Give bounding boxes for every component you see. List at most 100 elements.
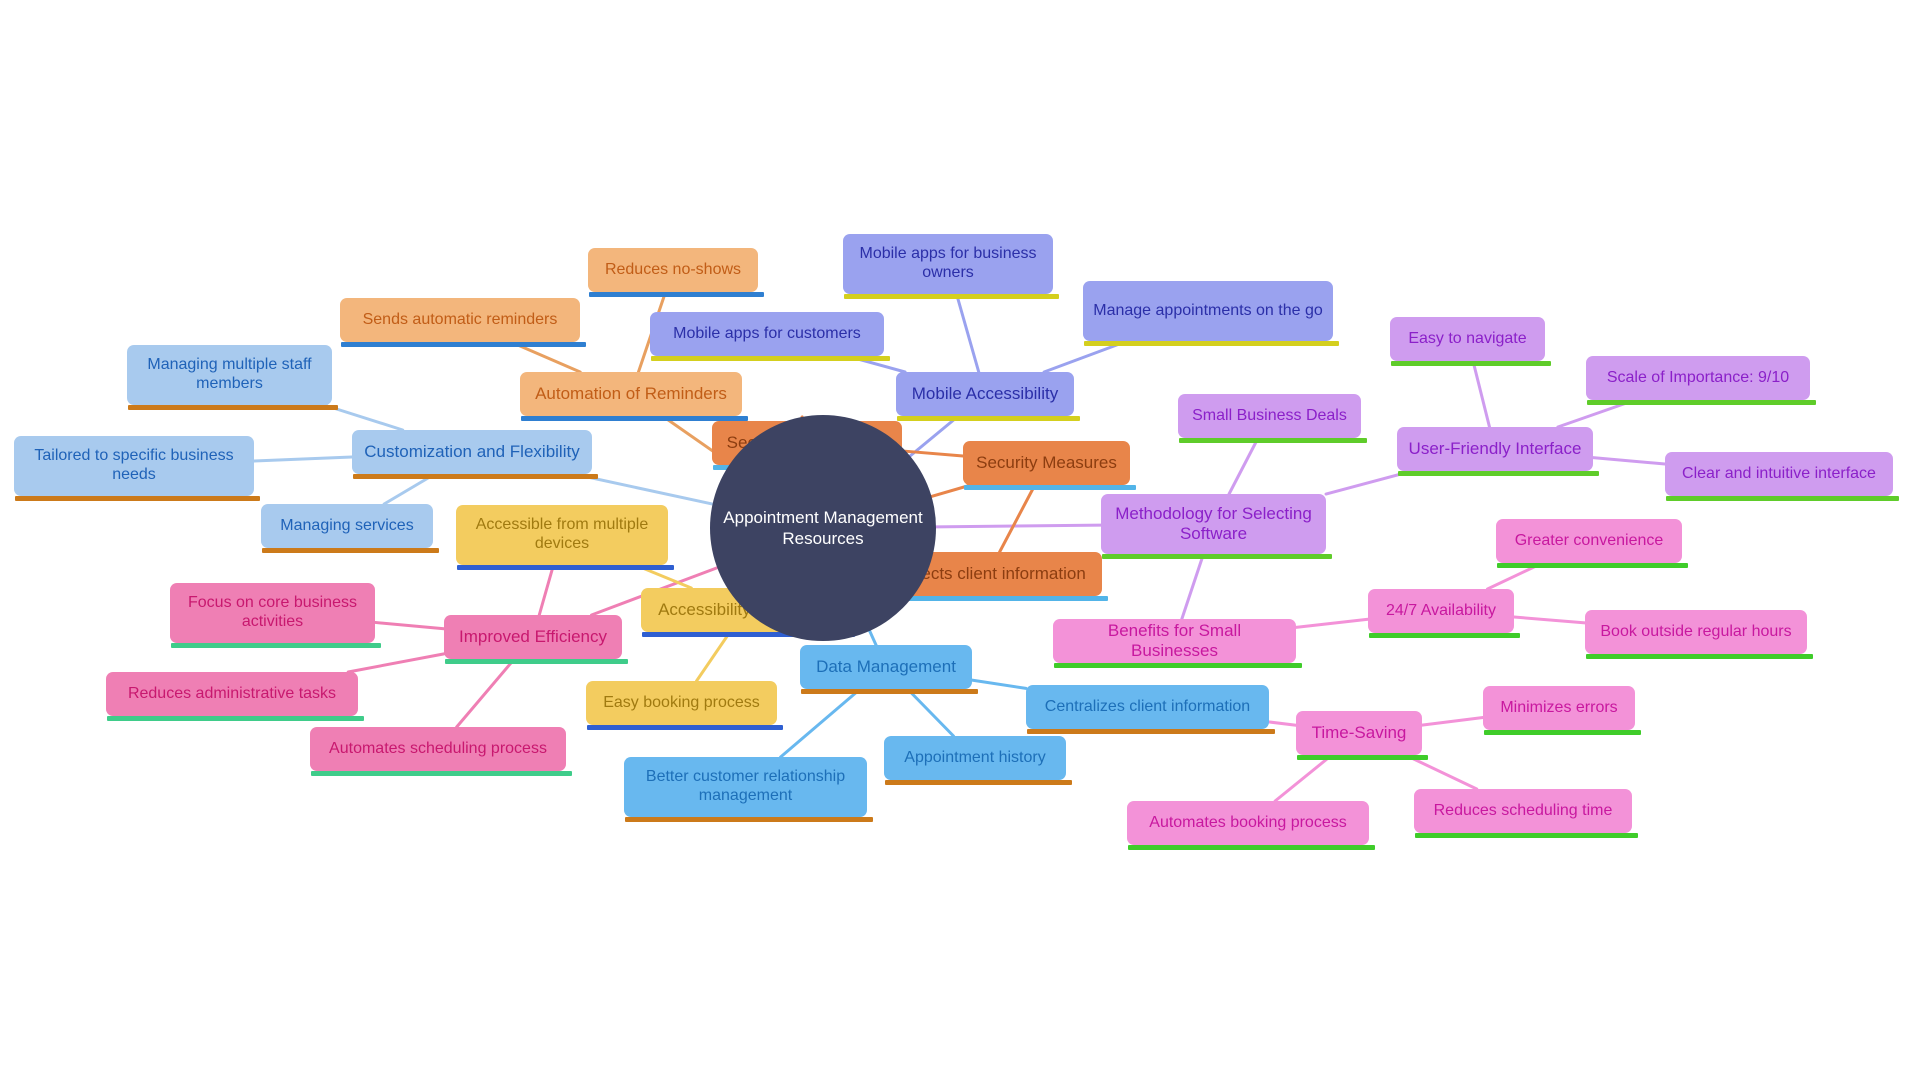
mindmap-node-label: Accessible from multiple devices: [475, 516, 649, 552]
mindmap-node-label: Time-Saving: [1311, 722, 1407, 742]
mindmap-node[interactable]: Minimizes errors: [1483, 686, 1641, 735]
mindmap-node-label: Improved Efficiency: [458, 626, 608, 646]
mindmap-edge: [346, 652, 446, 674]
mindmap-node[interactable]: Better customer relationship management: [624, 757, 873, 822]
mindmap-node[interactable]: Managing services: [261, 504, 439, 553]
mindmap-node-label: Sends automatic reminders: [362, 310, 558, 328]
mindmap-node-label: Managing multiple staff members: [147, 356, 312, 392]
mindmap-node[interactable]: Data Management: [800, 645, 978, 694]
mindmap-node-label: Data Management: [816, 656, 956, 676]
mindmap-edge: [868, 629, 878, 647]
mindmap-edge: [908, 414, 960, 458]
mindmap-node[interactable]: Benefits for Small Businesses: [1053, 619, 1302, 668]
mindmap-node-label: Reduces administrative tasks: [127, 684, 337, 702]
mindmap-node-label: Easy to navigate: [1408, 329, 1527, 347]
mindmap-node-label: Mobile apps for business owners: [859, 245, 1037, 281]
mindmap-node[interactable]: Accessible from multiple devices: [456, 505, 674, 570]
mindmap-node-label: Reduces scheduling time: [1433, 801, 1613, 819]
mindmap-node[interactable]: Automates scheduling process: [310, 727, 572, 776]
mindmap-node[interactable]: Mobile apps for business owners: [843, 234, 1059, 299]
mindmap-node[interactable]: Mobile apps for customers: [650, 312, 890, 361]
mindmap-edge: [955, 292, 981, 374]
root-node[interactable]: Appointment Management Resources: [710, 415, 936, 641]
mindmap-edge: [373, 620, 446, 631]
mindmap-node[interactable]: Automates booking process: [1127, 801, 1375, 850]
mindmap-node[interactable]: Sends automatic reminders: [340, 298, 586, 347]
mindmap-node-label: Automates scheduling process: [329, 739, 547, 757]
mindmap-node[interactable]: Reduces scheduling time: [1414, 789, 1638, 838]
mindmap-node[interactable]: Centralizes client information: [1026, 685, 1275, 734]
mindmap-node[interactable]: User-Friendly Interface: [1397, 427, 1599, 476]
mindmap-edge: [998, 483, 1037, 554]
mindmap-node[interactable]: Manage appointments on the go: [1083, 281, 1339, 346]
mindmap-node[interactable]: Easy booking process: [586, 681, 783, 730]
mindmap-node[interactable]: Clear and intuitive interface: [1665, 452, 1899, 501]
mindmap-edge: [900, 449, 965, 458]
mindmap-node[interactable]: Customization and Flexibility: [352, 430, 598, 479]
mindmap-node[interactable]: Managing multiple staff members: [127, 345, 338, 410]
mindmap-node-label: Appointment history: [904, 748, 1046, 766]
mindmap-node[interactable]: 24/7 Availability: [1368, 589, 1520, 638]
mindmap-node[interactable]: Security Measures: [963, 441, 1136, 490]
mindmap-node-label: Mobile Accessibility: [911, 383, 1059, 403]
mindmap-node-label: Greater convenience: [1514, 531, 1664, 549]
mindmap-edge: [455, 657, 516, 729]
mindmap-node-label: Easy booking process: [603, 693, 760, 711]
mindmap-node[interactable]: Reduces administrative tasks: [106, 672, 364, 721]
mindmap-node-label: 24/7 Availability: [1386, 601, 1496, 619]
mindmap-node-label: Automates booking process: [1149, 813, 1347, 831]
mindmap-node[interactable]: Automation of Reminders: [520, 372, 748, 421]
mindmap-node-label: Customization and Flexibility: [364, 441, 580, 461]
mindmap-edge: [1403, 753, 1479, 791]
mindmap-node-label: Manage appointments on the go: [1093, 301, 1323, 319]
mindmap-edge: [1227, 436, 1260, 496]
mindmap-node-label: Security Measures: [976, 452, 1117, 472]
mindmap-node-label: Clear and intuitive interface: [1682, 464, 1876, 482]
mindmap-node[interactable]: Focus on core business activities: [170, 583, 381, 648]
mindmap-node[interactable]: Greater convenience: [1496, 519, 1688, 568]
mindmap-node[interactable]: Methodology for Selecting Software: [1101, 494, 1332, 559]
mindmap-edge: [934, 523, 1103, 529]
mindmap-edge: [1294, 617, 1370, 629]
mindmap-edge: [1180, 552, 1205, 621]
root-node-label: Appointment Management Resources: [723, 507, 923, 548]
mindmap-edge: [1267, 720, 1298, 727]
mindmap-node-label: Managing services: [280, 516, 414, 534]
mindmap-edge: [1471, 359, 1491, 429]
mindmap-node[interactable]: Time-Saving: [1296, 711, 1428, 760]
mindmap-edge: [970, 678, 1028, 690]
mindmap-node[interactable]: Tailored to specific business needs: [14, 436, 260, 501]
mindmap-node-label: Reduces no-shows: [604, 260, 742, 278]
mindmap-node-label: Focus on core business activities: [188, 594, 357, 630]
mindmap-node-label: Scale of Importance: 9/10: [1606, 368, 1790, 386]
mindmap-node-label: Centralizes client information: [1044, 697, 1251, 715]
mindmap-edge: [906, 687, 955, 738]
mindmap-node[interactable]: Easy to navigate: [1390, 317, 1551, 366]
mindmap-node[interactable]: Improved Efficiency: [444, 615, 628, 664]
mindmap-node-label: Benefits for Small Businesses: [1107, 620, 1242, 660]
mindmap-node-label: Methodology for Selecting Software: [1115, 503, 1312, 543]
mindmap-node[interactable]: Scale of Importance: 9/10: [1586, 356, 1816, 405]
mindmap-edge: [779, 687, 862, 759]
mindmap-node-label: Minimizes errors: [1500, 698, 1618, 716]
mindmap-node-label: Automation of Reminders: [535, 383, 727, 403]
mindmap-node-label: Mobile apps for customers: [673, 324, 861, 342]
mindmap-node[interactable]: Reduces no-shows: [588, 248, 764, 297]
mindmap-edge: [1273, 753, 1334, 803]
mindmap-node-label: User-Friendly Interface: [1408, 438, 1582, 458]
mindmap-node-label: Tailored to specific business needs: [34, 447, 234, 483]
mindmap-canvas: Appointment Management Resources Reduces…: [0, 0, 1920, 1080]
mindmap-node-label: Better customer relationship management: [645, 768, 846, 804]
mindmap-edge: [252, 455, 354, 463]
mindmap-node[interactable]: Mobile Accessibility: [896, 372, 1080, 421]
mindmap-edge: [695, 630, 732, 683]
mindmap-node-label: Small Business Deals: [1192, 406, 1347, 424]
mindmap-edge: [1420, 716, 1485, 727]
mindmap-node-label: Book outside regular hours: [1600, 622, 1792, 640]
mindmap-node[interactable]: Small Business Deals: [1178, 394, 1367, 443]
mindmap-node[interactable]: Book outside regular hours: [1585, 610, 1813, 659]
mindmap-edge: [1512, 615, 1587, 625]
mindmap-edge: [1591, 456, 1667, 466]
mindmap-edge: [537, 563, 555, 617]
mindmap-node[interactable]: Appointment history: [884, 736, 1072, 785]
